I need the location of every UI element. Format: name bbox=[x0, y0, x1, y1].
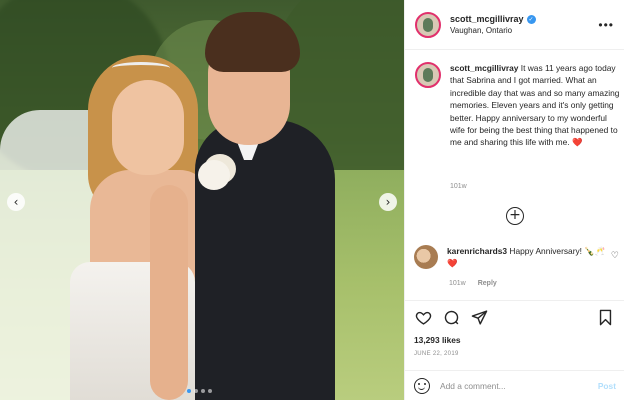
bride-arm bbox=[150, 185, 188, 400]
carousel-dot bbox=[208, 389, 212, 393]
bride-face bbox=[112, 80, 184, 175]
chevron-left-icon[interactable]: ‹ bbox=[7, 193, 25, 211]
plus-circle-icon[interactable]: + bbox=[506, 207, 524, 225]
heart-outline-icon[interactable]: ♡ bbox=[611, 251, 619, 270]
caption-author-avatar[interactable] bbox=[415, 62, 441, 88]
bookmark-icon[interactable] bbox=[596, 309, 614, 327]
author-username[interactable]: scott_mcgillivray bbox=[450, 14, 524, 24]
caption-timestamp: 101w bbox=[450, 183, 467, 190]
post-date: JUNE 22, 2019 bbox=[414, 351, 459, 357]
comment-icon[interactable] bbox=[442, 309, 460, 327]
reply-button[interactable]: Reply bbox=[478, 280, 497, 287]
author-avatar[interactable] bbox=[415, 11, 441, 38]
comment-text: karenrichards3 Happy Anniversary! 🍾🥂❤️ bbox=[447, 245, 611, 270]
share-icon[interactable] bbox=[470, 309, 488, 327]
carousel-dot bbox=[201, 389, 205, 393]
action-bar bbox=[404, 300, 624, 334]
heart-emoji: ❤️ bbox=[571, 137, 583, 148]
bride-tiara bbox=[112, 62, 170, 74]
comment-body: Happy Anniversary! bbox=[509, 246, 583, 256]
comment-timestamp: 101w bbox=[449, 280, 466, 287]
comment-meta: 101w Reply bbox=[449, 280, 497, 287]
post-location[interactable]: Vaughan, Ontario bbox=[450, 26, 598, 35]
caption-text: scott_mcgillivray It was 11 years ago to… bbox=[450, 62, 620, 149]
post-caption: scott_mcgillivray It was 11 years ago to… bbox=[415, 62, 620, 149]
emoji-icon[interactable] bbox=[414, 377, 430, 394]
comment-item: karenrichards3 Happy Anniversary! 🍾🥂❤️ ♡ bbox=[414, 245, 619, 270]
verified-badge-icon: ✓ bbox=[526, 14, 536, 24]
caption-body: It was 11 years ago today that Sabrina a… bbox=[450, 63, 620, 148]
carousel-dot bbox=[194, 389, 198, 393]
add-comment-bar: Post bbox=[404, 370, 624, 400]
comment-input[interactable] bbox=[440, 380, 598, 391]
post-photo[interactable]: ‹ › bbox=[0, 0, 404, 400]
like-count[interactable]: 13,293 likes bbox=[414, 335, 461, 345]
carousel-dot-active bbox=[187, 389, 191, 393]
commenter-username[interactable]: karenrichards3 bbox=[447, 246, 507, 256]
commenter-avatar[interactable] bbox=[414, 245, 438, 269]
caption-username[interactable]: scott_mcgillivray bbox=[450, 63, 518, 73]
post-comment-button[interactable]: Post bbox=[598, 381, 616, 391]
chevron-right-icon[interactable]: › bbox=[379, 193, 397, 211]
post-header: scott_mcgillivray ✓ Vaughan, Ontario ••• bbox=[405, 0, 624, 50]
boutonniere bbox=[198, 160, 230, 190]
carousel-indicator bbox=[187, 389, 212, 393]
more-options-icon[interactable]: ••• bbox=[598, 18, 614, 32]
author-username-row: scott_mcgillivray ✓ bbox=[450, 14, 598, 24]
heart-icon[interactable] bbox=[414, 309, 432, 327]
